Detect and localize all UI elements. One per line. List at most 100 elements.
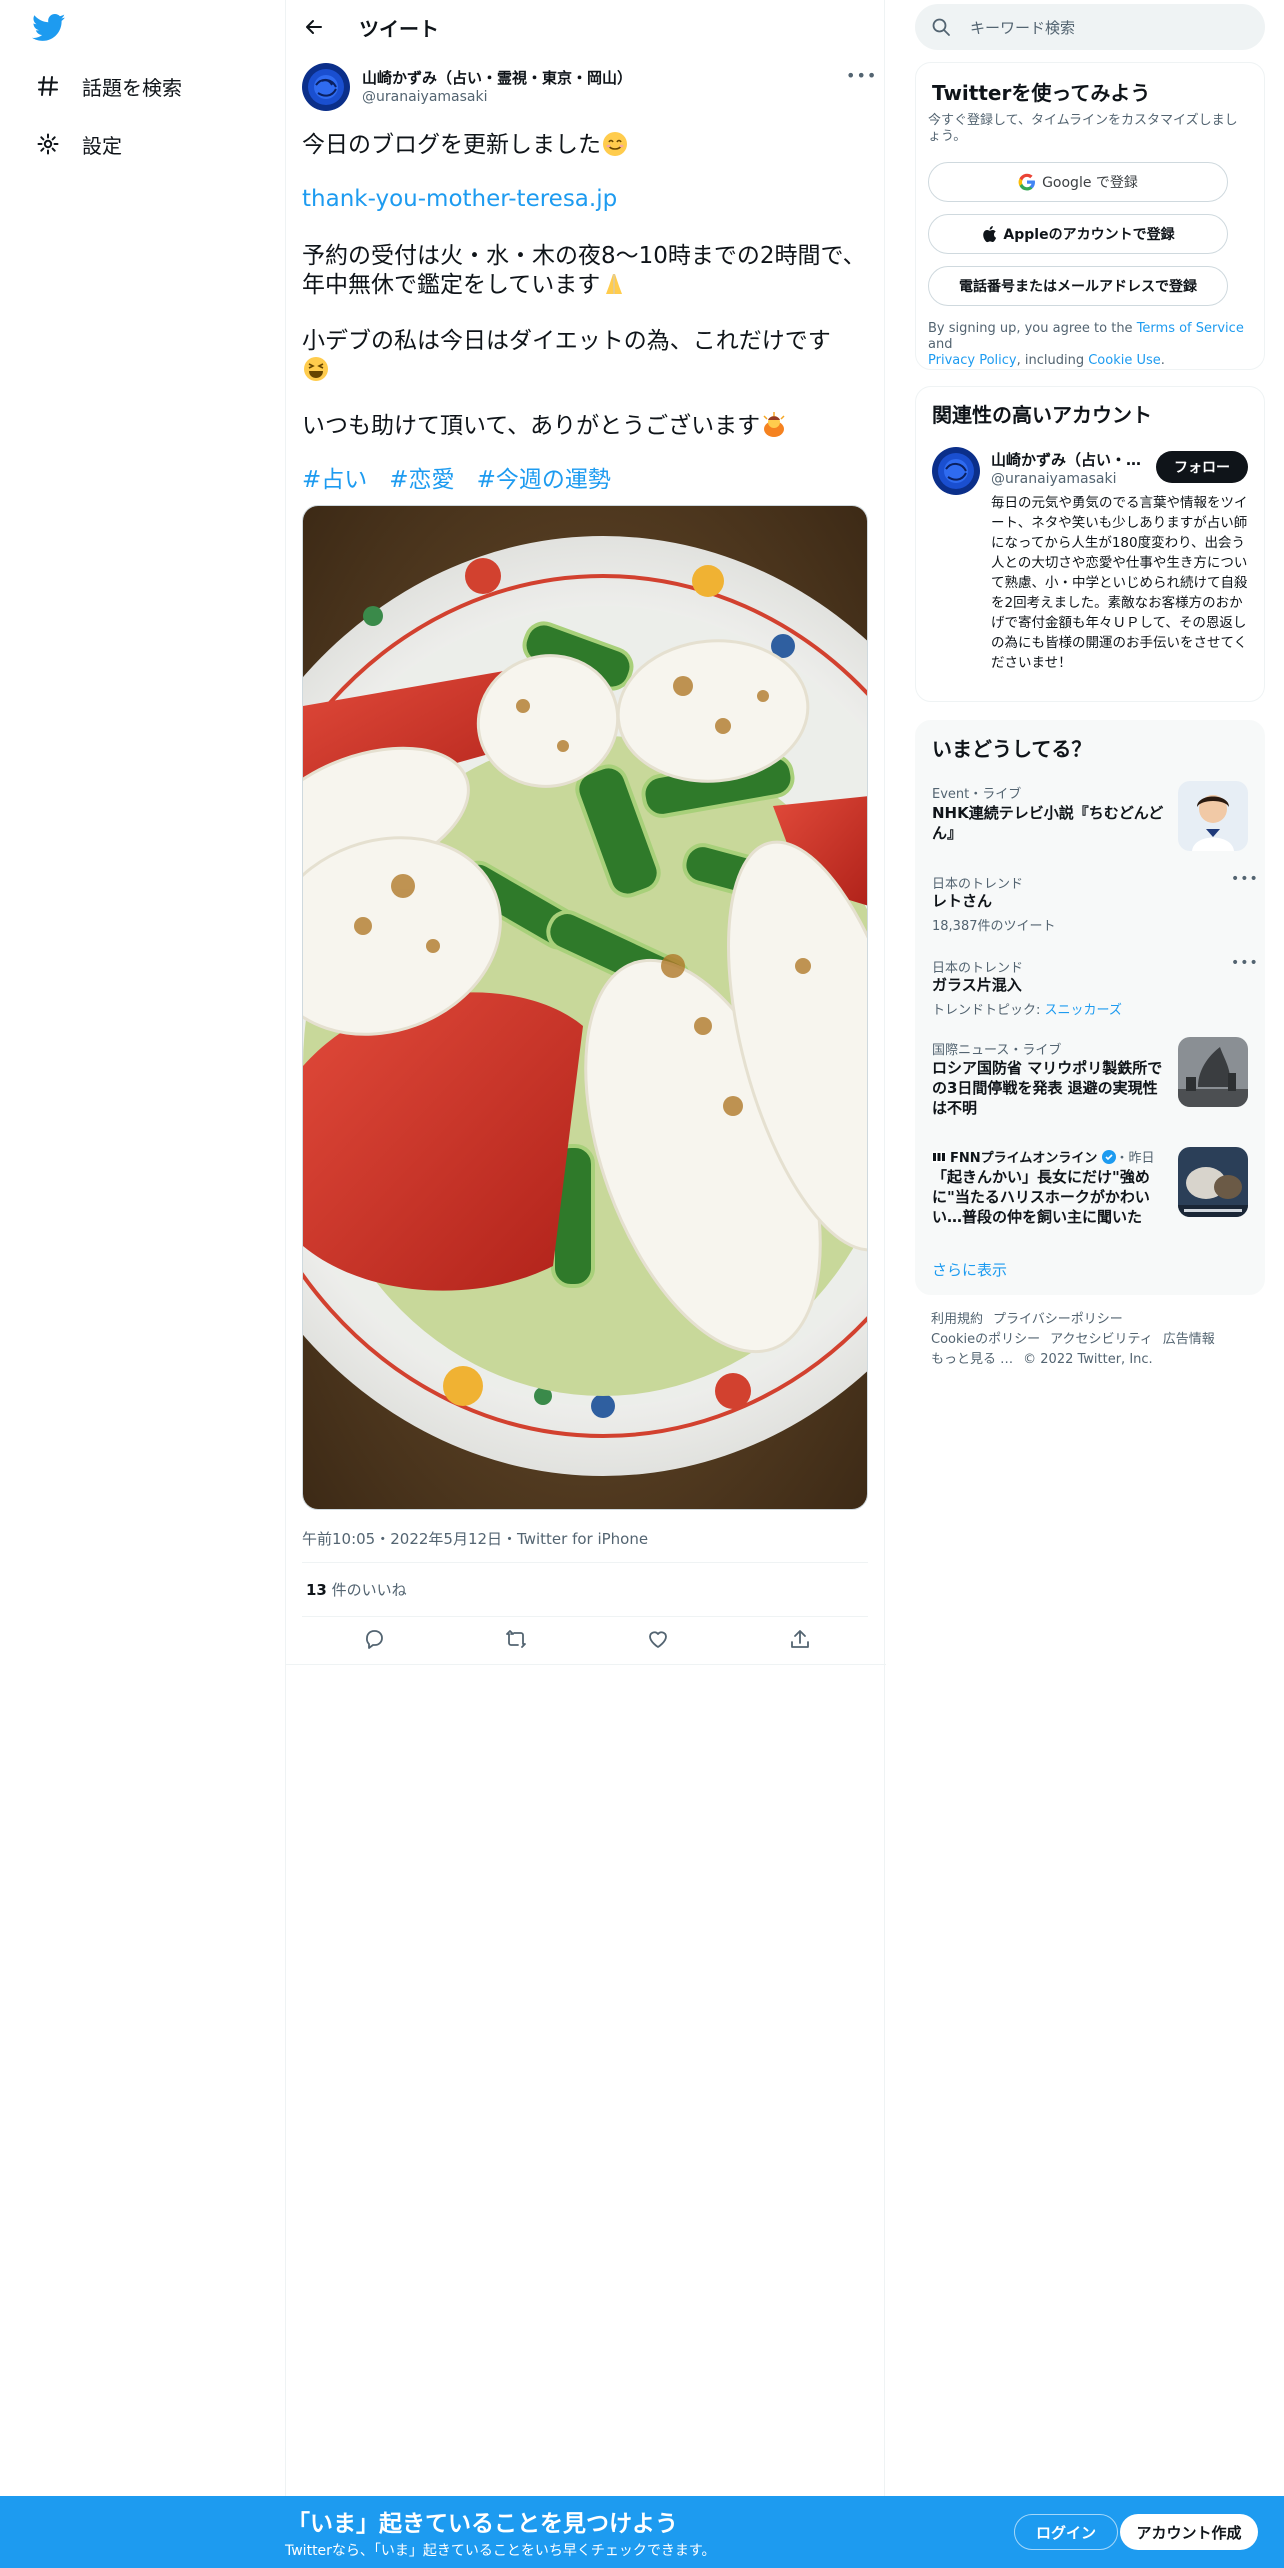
avatar[interactable]	[932, 447, 980, 495]
tweet-text: 年中無休で鑑定をしています	[302, 272, 601, 298]
trend-thumbnail[interactable]	[1178, 781, 1248, 851]
author-handle[interactable]: @uranaiyamasaki	[362, 89, 488, 105]
nav-explore[interactable]: 話題を検索	[36, 66, 182, 106]
nav-settings-label: 設定	[82, 133, 122, 158]
tweet-text: いつも助けて頂いて、ありがとうございます	[302, 413, 761, 439]
trend-category: 日本のトレンド	[932, 877, 1024, 892]
footer-link[interactable]: 利用規約	[931, 1312, 983, 1327]
trend-topic-link[interactable]: スニッカーズ	[1045, 1003, 1122, 1018]
reply-icon[interactable]	[361, 1626, 387, 1652]
divider	[302, 1562, 868, 1563]
twitter-logo-icon[interactable]	[32, 14, 66, 42]
search-icon	[932, 18, 950, 36]
create-account-button[interactable]: アカウント作成	[1120, 2514, 1258, 2550]
trend-more-icon[interactable]: •••	[1231, 871, 1259, 887]
trend-category: 日本のトレンド	[932, 961, 1024, 976]
trends-card: いまどうしてる？ Event・ライブ NHK連続テレビ小説『ちむどんどん』 日本…	[915, 720, 1265, 1295]
trend-more-icon[interactable]: •••	[1231, 955, 1259, 971]
footer-link[interactable]: 広告情報	[1163, 1332, 1215, 1347]
google-icon	[1018, 173, 1036, 191]
nav-explore-label: 話題を検索	[82, 75, 182, 100]
likes-count: 13	[306, 1581, 327, 1599]
likes-label: 件のいいね	[326, 1581, 407, 1599]
retweet-icon[interactable]	[503, 1626, 529, 1652]
tweet-text-line-4: いつも助けて頂いて、ありがとうございます	[302, 411, 788, 440]
nav-settings[interactable]: 設定	[36, 124, 122, 164]
author-name[interactable]: 山崎かずみ（占い・霊視・東京・岡山）	[362, 67, 632, 88]
apple-signup-button[interactable]: Appleのアカウントで登録	[928, 214, 1228, 254]
footer-link[interactable]: アクセシビリティ	[1050, 1332, 1153, 1347]
more-options-icon[interactable]: •••	[846, 66, 876, 90]
related-account-name[interactable]: 山崎かずみ（占い・…	[991, 449, 1141, 470]
likes-summary[interactable]: 13 件のいいね	[306, 1579, 407, 1600]
google-signup-button[interactable]: Google で登録	[928, 162, 1228, 202]
trend-title: ロシア国防省 マリウポリ製鉄所での3日間停戦を発表 退避の実現性は不明	[932, 1059, 1163, 1117]
hashtag-link[interactable]: #今週の運勢	[477, 467, 611, 493]
trend-category: Event・ライブ	[932, 787, 1022, 802]
related-card-title: 関連性の高いアカウント	[932, 403, 1152, 427]
related-account-handle[interactable]: @uranaiyamasaki	[991, 471, 1117, 487]
footer-link[interactable]: プライバシーポリシー	[993, 1312, 1123, 1327]
hashtag-link[interactable]: #恋愛	[389, 467, 454, 493]
trends-card-title: いまどうしてる？	[932, 737, 1092, 761]
footer-links: 利用規約 プライバシーポリシー Cookieのポリシー アクセシビリティ 広告情報 も…	[931, 1310, 1261, 1370]
back-button[interactable]	[298, 11, 330, 43]
tweet-text-line-3: 小デブの私は今日はダイエットの為、これだけです	[302, 328, 831, 354]
apple-signup-label: Appleのアカウントで登録	[1003, 227, 1175, 243]
signup-card-title: Twitterを使ってみよう	[932, 81, 1151, 105]
news-time: ・昨日	[1115, 1151, 1155, 1166]
follow-button[interactable]: フォロー	[1156, 451, 1248, 483]
trend-title: ガラス片混入	[932, 976, 1022, 994]
tweet-text-line-3b	[302, 355, 330, 384]
tweet-text-line-2a: 予約の受付は火・水・木の夜8〜10時までの2時間で、	[302, 243, 866, 269]
bottom-signup-banner: 「いま」起きていることを見つけよう Twitterなら、「いま」起きていることを…	[0, 2496, 1284, 2568]
pray-emoji-icon	[600, 270, 628, 298]
tweet-header: ツイート	[286, 0, 886, 54]
heart-icon[interactable]	[645, 1626, 671, 1652]
signup-card: Twitterを使ってみよう 今すぐ登録して、タイムラインをカスタマイズしましょ…	[915, 62, 1265, 370]
footer-link[interactable]: Cookieのポリシー	[931, 1332, 1040, 1347]
share-icon[interactable]	[787, 1626, 813, 1652]
footer-link[interactable]: もっと見る …	[931, 1352, 1013, 1367]
smile-emoji-icon	[601, 130, 629, 158]
trend-title: NHK連続テレビ小説『ちむどんどん』	[932, 804, 1164, 842]
tweet-text: 今日のブログを更新しました	[302, 132, 601, 158]
tweet-photo[interactable]	[302, 505, 868, 1510]
trend-thumbnail[interactable]	[1178, 1037, 1248, 1107]
divider	[286, 1664, 886, 1665]
gear-icon	[36, 132, 60, 156]
terms-text: , including	[1016, 353, 1089, 368]
bowing-person-emoji-icon	[760, 411, 788, 439]
laughing-emoji-icon	[302, 355, 330, 383]
search-input[interactable]: キーワード検索	[915, 4, 1265, 50]
phone-email-signup-label: 電話番号またはメールアドレスで登録	[959, 279, 1197, 295]
divider	[302, 1616, 868, 1617]
hashtag-link[interactable]: #占い	[302, 467, 367, 493]
news-source-name: FNNプライムオンライン	[950, 1151, 1098, 1166]
arrow-left-icon	[306, 20, 322, 34]
cookie-link[interactable]: Cookie Use	[1088, 353, 1161, 368]
page-title: ツイート	[359, 17, 439, 41]
trend-title: レトさん	[932, 892, 993, 910]
terms-text: .	[1160, 353, 1165, 368]
apple-icon	[983, 226, 997, 243]
avatar[interactable]	[302, 63, 350, 111]
terms-link[interactable]: Terms of Service	[1137, 321, 1244, 336]
related-accounts-card: 関連性の高いアカウント 山崎かずみ（占い・… @uranaiyamasaki フ…	[915, 386, 1265, 702]
verified-badge-icon	[1101, 1150, 1116, 1164]
hashtag-row: #占い #恋愛 #今週の運勢	[302, 466, 633, 494]
hashtag-icon	[36, 74, 60, 98]
banner-title: 「いま」起きていることを見つけよう	[287, 2511, 678, 2537]
left-sidebar: 話題を検索 設定	[0, 0, 285, 2568]
trend-thumbnail[interactable]	[1178, 1147, 1248, 1217]
tweet-timestamp[interactable]: 午前10:05・2022年5月12日・Twitter for iPhone	[302, 1528, 648, 1549]
show-more-link[interactable]: さらに表示	[932, 1259, 1007, 1280]
main-column: ツイート 山崎かずみ（占い・霊視・東京・岡山） @uranaiyamasaki …	[285, 0, 886, 2568]
privacy-link[interactable]: Privacy Policy	[928, 353, 1017, 368]
login-button[interactable]: ログイン	[1014, 2514, 1118, 2550]
trend-category: FNNプライムオンライン ・昨日	[932, 1147, 1155, 1166]
phone-email-signup-button[interactable]: 電話番号またはメールアドレスで登録	[928, 266, 1228, 306]
related-account-bio: 毎日の元気や勇気のでる言葉や情報をツイート、ネタや笑いも少しありますが占い師にな…	[991, 495, 1248, 671]
tweet-link[interactable]: thank-you-mother-teresa.jp	[302, 185, 617, 213]
news-source-icon	[932, 1151, 946, 1163]
